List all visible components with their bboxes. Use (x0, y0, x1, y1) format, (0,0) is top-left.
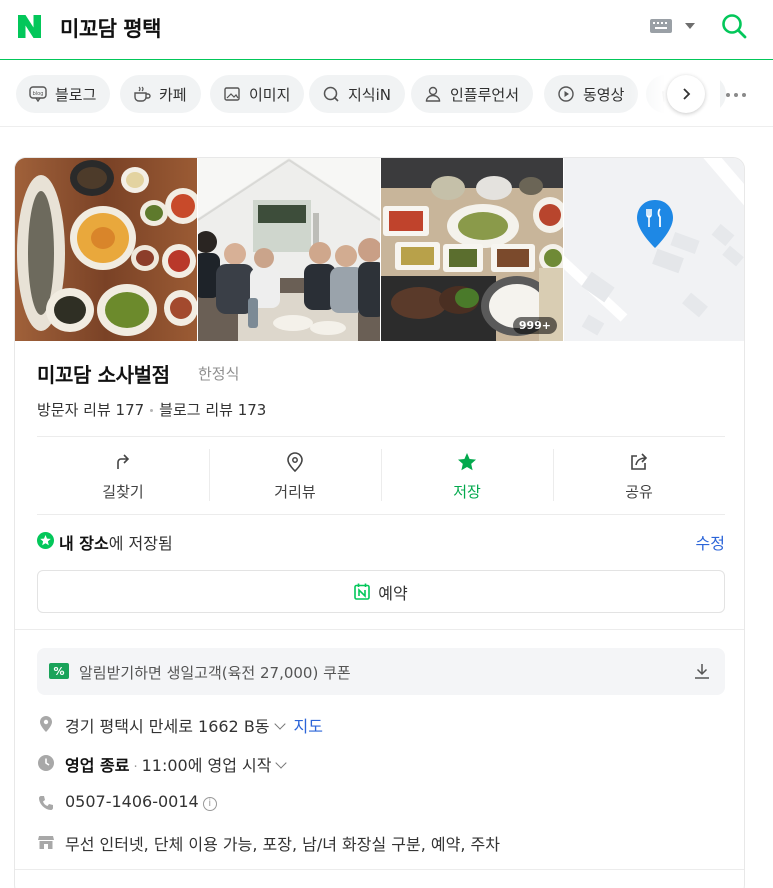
chevron-down-icon[interactable] (275, 757, 288, 769)
tab-label: 지식iN (348, 85, 391, 104)
amenities-row: 무선 인터넷, 단체 이용 가능, 포장, 남/녀 화장실 구분, 예약, 주차 (37, 830, 725, 854)
phone-row: 0507-1406-0014 i (37, 791, 725, 815)
photo-count-badge: 999+ (512, 317, 557, 334)
tab-label: 이미지 (249, 85, 291, 104)
chevron-right-icon (683, 88, 691, 100)
divider (15, 629, 744, 630)
directions-button[interactable]: 길찾기 (37, 437, 209, 515)
video-icon (556, 84, 576, 104)
separator-dot: · (133, 760, 138, 775)
tab-kin[interactable]: 지식iN (309, 75, 405, 113)
download-icon[interactable] (693, 662, 711, 680)
saved-status: 내 장소에 저장됨 수정 (37, 529, 725, 553)
coupon-text: 알림받기하면 생일고객(육전 27,000) 쿠폰 (79, 664, 351, 682)
search-icon[interactable] (720, 12, 748, 40)
visitor-review-link[interactable]: 방문자 리뷰 177 (37, 401, 144, 419)
place-category: 한정식 (198, 365, 240, 383)
blog-review-link[interactable]: 블로그 리뷰 173 (159, 401, 266, 419)
place-mini-map[interactable] (564, 158, 744, 341)
search-header: 미꼬담 평택 (0, 0, 773, 60)
divider (15, 869, 744, 870)
street-view-button[interactable]: 거리뷰 (209, 437, 381, 515)
place-photo-food[interactable] (15, 158, 197, 341)
person-icon (423, 84, 443, 104)
place-name[interactable]: 미꼬담 소사벌점 (37, 359, 170, 388)
tab-label: 동영상 (583, 85, 625, 104)
hours-row[interactable]: 영업 종료 · 11:00에 영업 시작 (37, 751, 725, 775)
hours-detail: 11:00에 영업 시작 (141, 756, 272, 775)
phone-number[interactable]: 0507-1406-0014 (65, 792, 199, 811)
action-label: 길찾기 (102, 482, 144, 501)
street-view-icon (287, 451, 303, 472)
address-text: 경기 평택시 만세로 1662 B동 (65, 717, 270, 736)
image-icon (222, 84, 242, 104)
hours-status: 영업 종료 (65, 756, 130, 775)
place-actions: 길찾기 거리뷰 저장 공유 (37, 437, 725, 515)
saved-star-icon (37, 532, 54, 549)
info-icon[interactable]: i (202, 797, 217, 811)
location-pin-icon (40, 716, 52, 732)
saved-text: 내 장소에 저장됨 (59, 534, 173, 553)
search-tabs: blog 블로그 카페 이미지 지식iN 인플루언서 동영상 (0, 61, 773, 127)
amenities-text: 무선 인터넷, 단체 이용 가능, 포장, 남/녀 화장실 구분, 예약, 주차 (65, 835, 500, 854)
directions-icon (117, 453, 130, 469)
edit-saved-link[interactable]: 수정 (696, 530, 725, 554)
tab-blog[interactable]: blog 블로그 (16, 75, 111, 113)
action-label: 거리뷰 (274, 482, 316, 501)
reserve-button[interactable]: 예약 (37, 570, 725, 613)
naver-booking-icon (354, 583, 371, 600)
chevron-down-icon[interactable] (273, 718, 286, 730)
reserve-label: 예약 (378, 583, 408, 603)
clock-icon (38, 755, 54, 771)
restaurant-pin-icon (637, 200, 673, 248)
tabs-next-button[interactable] (667, 75, 705, 113)
svg-text:%: % (53, 665, 64, 678)
share-button[interactable]: 공유 (553, 437, 725, 515)
review-counts: 방문자 리뷰 177 블로그 리뷰 173 (37, 399, 266, 420)
action-label: 공유 (625, 482, 653, 501)
share-icon (631, 452, 648, 470)
tab-label: 블로그 (55, 85, 97, 104)
place-photo-meal[interactable]: 999+ (381, 158, 563, 341)
divider (37, 514, 725, 515)
store-icon (38, 836, 54, 849)
tab-label: 카페 (159, 85, 187, 104)
tab-video[interactable]: 동영상 (544, 75, 639, 113)
tab-influencer[interactable]: 인플루언서 (411, 75, 534, 113)
address-row: 경기 평택시 만세로 1662 B동 지도 (37, 712, 725, 736)
chevron-down-icon[interactable] (685, 23, 695, 29)
keyboard-icon[interactable] (650, 19, 672, 33)
place-card: 999+ 미꼬담 소사벌점 한정식 방문자 리뷰 177 블로그 리뷰 173 (14, 157, 745, 888)
naver-logo[interactable] (16, 13, 43, 40)
cafe-icon (132, 84, 152, 104)
tab-image[interactable]: 이미지 (210, 75, 305, 113)
tab-cafe[interactable]: 카페 (120, 75, 201, 113)
tab-label: 인플루언서 (450, 85, 520, 104)
place-photo-guests[interactable] (198, 158, 380, 341)
phone-icon (39, 796, 53, 810)
save-button[interactable]: 저장 (381, 437, 553, 515)
star-icon (458, 452, 476, 470)
coupon-icon: % (49, 663, 69, 679)
coupon-banner[interactable]: % 알림받기하면 생일고객(육전 27,000) 쿠폰 (37, 648, 725, 695)
more-menu-button[interactable] (726, 91, 750, 99)
separator-dot (150, 409, 154, 412)
map-link[interactable]: 지도 (294, 717, 323, 736)
kin-icon (321, 84, 341, 104)
search-query[interactable]: 미꼬담 평택 (60, 13, 161, 43)
action-label: 저장 (453, 482, 481, 501)
blog-icon: blog (28, 84, 48, 104)
svg-text:blog: blog (33, 91, 44, 97)
